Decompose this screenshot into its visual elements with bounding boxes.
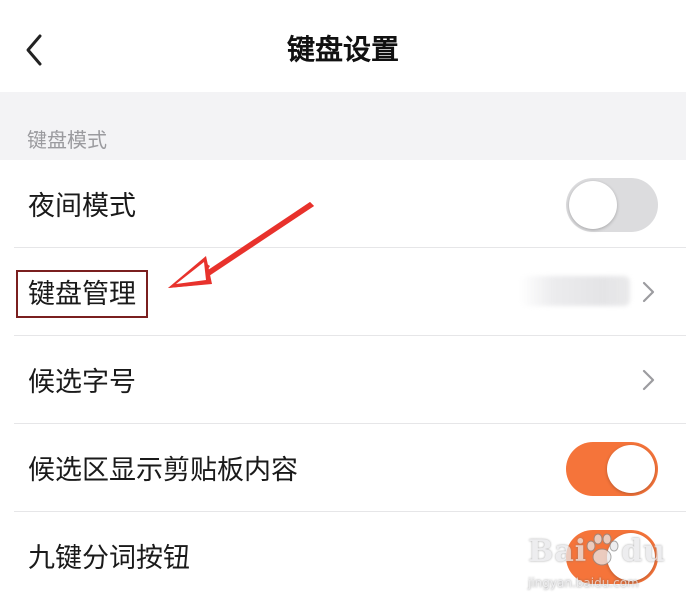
setting-label: 九键分词按钮	[28, 543, 190, 574]
toggle-knob	[607, 445, 655, 493]
toggle-knob	[569, 181, 617, 229]
section-header: 键盘模式	[0, 92, 686, 160]
section-label: 键盘模式	[27, 128, 107, 152]
setting-label: 夜间模式	[28, 191, 136, 222]
chevron-right-icon	[642, 369, 655, 391]
watermark-url: jingyan.baidu.com	[528, 576, 639, 590]
chevron-right-icon	[642, 281, 655, 303]
baidu-watermark: Bai du jingyan.baidu.com	[528, 528, 678, 598]
header-bar: 键盘设置	[0, 0, 686, 92]
paw-icon	[586, 533, 619, 566]
setting-label: 候选字号	[28, 367, 136, 398]
setting-label: 候选区显示剪贴板内容	[28, 455, 298, 486]
annotation-arrow-icon	[168, 202, 314, 288]
night-mode-toggle[interactable]	[566, 178, 658, 232]
setting-row-clipboard-in-candidates[interactable]: 候选区显示剪贴板内容	[0, 424, 686, 512]
setting-row-candidate-font-size[interactable]: 候选字号	[0, 336, 686, 424]
clipboard-toggle[interactable]	[566, 442, 658, 496]
page-title: 键盘设置	[286, 33, 399, 66]
annotation-highlight-box	[16, 270, 148, 318]
setting-row-night-mode[interactable]: 夜间模式	[0, 160, 686, 248]
obscured-value	[520, 276, 630, 306]
